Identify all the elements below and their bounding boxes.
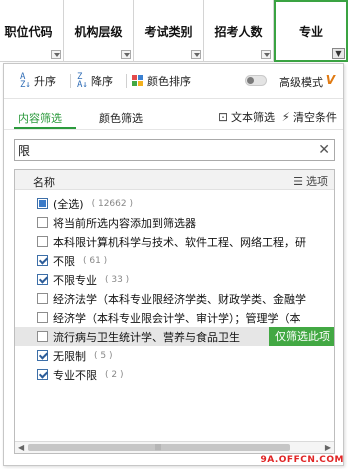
list-item-count: ( 61 ) (83, 255, 108, 266)
clear-conditions-label: 清空条件 (293, 111, 337, 124)
only-filter-this-button[interactable]: 仅筛选此项 (269, 327, 334, 346)
sort-ascending-icon: A Z↓ (20, 72, 31, 90)
value-list: 名称 ☰ 选项 (全选) ( 12662 ) 将当前所选内容添加到筛选器 本科限… (14, 169, 335, 454)
sort-ascending-label: 升序 (34, 75, 56, 88)
options-label: 选项 (306, 175, 328, 188)
scrollbar-grip-icon: ||| (155, 444, 162, 451)
sort-toolbar: A Z↓ 升序 Z A↓ 降序 颜色排序 高级模式 V (4, 64, 343, 98)
checkbox[interactable] (37, 312, 48, 323)
list-item-label: (全选) (53, 197, 84, 211)
sort-ascending-button[interactable]: A Z↓ 升序 (20, 72, 56, 90)
list-item[interactable]: 不限 ( 61 ) (15, 251, 334, 270)
list-item-count: ( 2 ) (105, 369, 124, 380)
column-header-exam-category[interactable]: 考试类别 (134, 0, 204, 62)
color-palette-icon (132, 75, 144, 87)
column-label: 机构层级 (74, 25, 123, 39)
list-item-count: ( 33 ) (105, 274, 130, 285)
scroll-right-icon[interactable]: ▶ (325, 443, 331, 452)
dropdown-arrow-icon[interactable] (51, 50, 61, 59)
options-button[interactable]: ☰ 选项 (293, 173, 328, 189)
list-item[interactable]: 经济学（本科专业限会计学、审计学）；管理学（本 (15, 308, 334, 327)
divider (70, 74, 71, 88)
checkbox[interactable] (37, 350, 48, 361)
list-item[interactable]: 将当前所选内容添加到筛选器 (15, 213, 334, 232)
scroll-left-icon[interactable]: ◀ (18, 443, 24, 452)
checkbox[interactable] (37, 369, 48, 380)
sort-descending-icon: Z A↓ (77, 72, 88, 90)
list-item-label: 流行病与卫生统计学、营养与食品卫生 (53, 330, 240, 344)
checkbox[interactable] (37, 293, 48, 304)
divider (126, 74, 127, 88)
advanced-mode-toggle[interactable] (245, 75, 267, 86)
column-header-major[interactable]: 专业 ▼ (274, 0, 348, 62)
list-header: 名称 ☰ 选项 (15, 170, 334, 190)
column-label: 考试类别 (144, 25, 193, 39)
list-item-label: 将当前所选内容添加到筛选器 (53, 216, 196, 230)
checkbox[interactable] (37, 217, 48, 228)
column-label: 招考人数 (214, 25, 263, 39)
checkbox[interactable] (37, 236, 48, 247)
dropdown-arrow-icon[interactable] (261, 50, 271, 59)
list-item[interactable]: 无限制 ( 5 ) (15, 346, 334, 365)
dropdown-arrow-icon[interactable] (121, 50, 131, 59)
list-item[interactable]: 经济法学（本科专业限经济学类、财政学类、金融学 (15, 289, 334, 308)
advanced-mode-label: 高级模式 (279, 76, 323, 89)
checkbox[interactable] (37, 331, 48, 342)
text-filter-icon: ⊡ (217, 110, 228, 124)
text-filter-button[interactable]: ⊡ 文本筛选 (218, 109, 275, 125)
filter-tabs: 内容筛选 颜色筛选 ⊡ 文本筛选 ⚡ 清空条件 (4, 100, 343, 130)
search-input[interactable] (18, 142, 308, 158)
list-item-label: 不限 (53, 254, 75, 268)
list-item-label: 经济法学（本科专业限经济学类、财政学类、金融学 (53, 292, 306, 306)
list-item-label: 专业不限 (53, 368, 97, 382)
sort-by-color-label: 颜色排序 (147, 75, 191, 88)
divider (4, 129, 343, 130)
list-item[interactable]: 不限专业 ( 33 ) (15, 270, 334, 289)
tab-content-filter[interactable]: 内容筛选 (18, 110, 62, 126)
search-box[interactable]: ✕ (14, 139, 335, 161)
column-label: 专业 (298, 25, 323, 39)
column-label: 职位代码 (4, 25, 53, 39)
list-item-label: 不限专业 (53, 273, 97, 287)
list-item-count: ( 12662 ) (91, 198, 133, 209)
text-filter-label: 文本筛选 (231, 111, 275, 124)
list-header-name: 名称 (33, 176, 55, 189)
column-header-strip: 职位代码 机构层级 考试类别 招考人数 专业 ▼ (0, 0, 348, 62)
list-item-count: ( 5 ) (94, 350, 113, 361)
vip-badge-icon: V (325, 73, 335, 87)
list-item[interactable]: 本科限计算机科学与技术、软件工程、网络工程，研 (15, 232, 334, 251)
checkbox[interactable] (37, 198, 48, 209)
list-item-hovered[interactable]: 流行病与卫生统计学、营养与食品卫生 仅筛选此项 (15, 327, 334, 346)
column-header-recruit-count[interactable]: 招考人数 (204, 0, 274, 62)
filter-funnel-icon[interactable]: ▼ (332, 48, 345, 59)
list-item-label: 无限制 (53, 349, 86, 363)
sort-descending-button[interactable]: Z A↓ 降序 (77, 72, 113, 90)
list-item[interactable]: (全选) ( 12662 ) (15, 194, 334, 213)
filter-panel: A Z↓ 升序 Z A↓ 降序 颜色排序 高级模式 V 内容筛选 颜色筛选 ⊡ 文本… (3, 63, 344, 466)
checkbox[interactable] (37, 274, 48, 285)
column-header-org-level[interactable]: 机构层级 (64, 0, 134, 62)
dropdown-arrow-icon[interactable] (191, 50, 201, 59)
options-icon: ☰ (293, 174, 303, 188)
list-item[interactable]: 专业不限 ( 2 ) (15, 365, 334, 384)
checkbox[interactable] (37, 255, 48, 266)
brush-icon: ⚡ (281, 110, 290, 124)
divider (4, 98, 343, 99)
watermark: 9A.OFFCN.COM (260, 455, 344, 465)
clear-conditions-button[interactable]: ⚡ 清空条件 (282, 109, 337, 125)
list-item-label: 本科限计算机科学与技术、软件工程、网络工程，研 (53, 235, 306, 249)
tab-color-filter[interactable]: 颜色筛选 (99, 110, 143, 126)
sort-by-color-button[interactable]: 颜色排序 (132, 73, 191, 89)
column-header-position-code[interactable]: 职位代码 (0, 0, 64, 62)
sort-descending-label: 降序 (91, 75, 113, 88)
clear-search-icon[interactable]: ✕ (318, 141, 330, 159)
list-item-label: 经济学（本科专业限会计学、审计学）；管理学（本 (53, 311, 301, 325)
horizontal-scrollbar[interactable]: ◀ ||| ▶ (15, 441, 334, 453)
